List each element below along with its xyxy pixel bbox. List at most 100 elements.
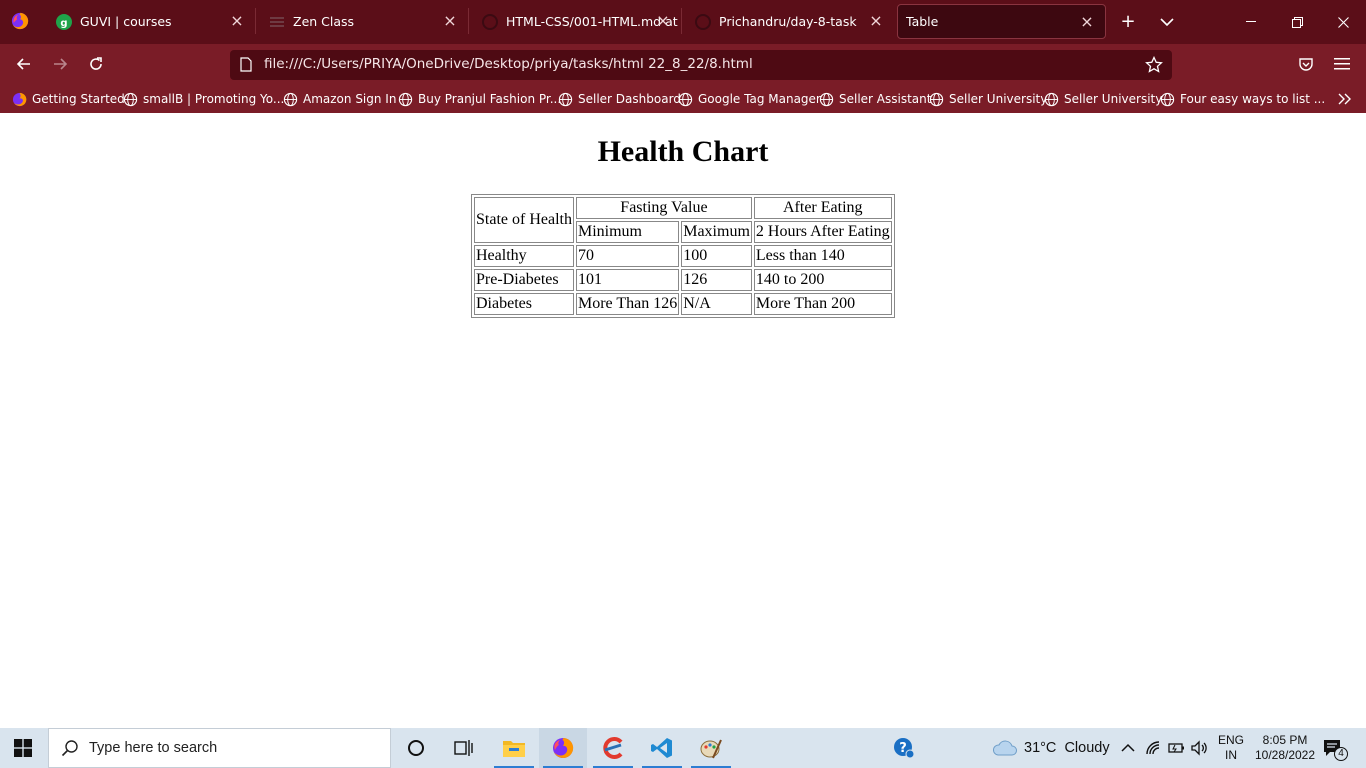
table-cell: 140 to 200 <box>753 269 892 291</box>
page-content: Health Chart State of Health Fasting Val… <box>0 113 1366 728</box>
table-cell: Healthy <box>474 245 574 267</box>
bookmark-smallb[interactable]: smallB | Promoting Yo... <box>123 90 284 108</box>
table-row: Diabetes More Than 126 N/A More Than 200 <box>474 293 892 315</box>
globe-icon <box>398 92 413 106</box>
tab-close-icon[interactable]: × <box>1079 14 1095 30</box>
bookmark-getting-started[interactable]: Getting Started <box>12 90 125 108</box>
firefox-menu-icon[interactable] <box>11 12 29 30</box>
bookmark-label: Four easy ways to list ... <box>1180 92 1326 106</box>
tab-guvi-courses[interactable]: g GUVI | courses × <box>42 4 255 39</box>
tab-html-css-md[interactable]: HTML-CSS/001-HTML.md at × <box>468 4 681 39</box>
tab-day-8-task[interactable]: Prichandru/day-8-task × <box>681 4 894 39</box>
bookmark-seller-university[interactable]: Seller University <box>929 90 1047 108</box>
bookmark-label: Seller Assistant <box>839 92 932 106</box>
bookmark-label: Seller University <box>1064 92 1163 106</box>
vscode-icon[interactable] <box>638 728 686 768</box>
clock[interactable]: 8:05 PM 10/28/2022 <box>1250 733 1320 763</box>
navigation-toolbar: file:///C:/Users/PRIYA/OneDrive/Desktop/… <box>0 44 1366 84</box>
bookmark-amazon-sign-in[interactable]: Amazon Sign In <box>283 90 396 108</box>
clock-time: 8:05 PM <box>1262 733 1308 747</box>
page-icon <box>240 57 252 72</box>
bookmark-seller-dashboard[interactable]: Seller Dashboard <box>558 90 681 108</box>
firefox-taskbar-icon[interactable] <box>539 728 587 768</box>
globe-icon <box>123 92 138 106</box>
bookmarks-toolbar: Getting Started smallB | Promoting Yo...… <box>0 84 1366 113</box>
ccleaner-icon[interactable] <box>589 728 637 768</box>
new-tab-icon[interactable]: + <box>1117 11 1139 33</box>
table-cell: More Than 200 <box>753 293 892 315</box>
close-window-icon[interactable] <box>1320 0 1366 44</box>
task-view-icon[interactable] <box>440 728 488 768</box>
file-explorer-icon[interactable] <box>490 728 538 768</box>
paint-icon[interactable] <box>687 728 735 768</box>
header-fasting-value: Fasting Value <box>575 197 752 219</box>
globe-icon <box>283 92 298 106</box>
search-icon <box>61 740 78 757</box>
tab-close-icon[interactable]: × <box>655 13 671 29</box>
svg-text:g: g <box>60 18 67 29</box>
help-icon[interactable]: ? <box>880 728 928 768</box>
health-chart-table: State of Health Fasting Value After Eati… <box>471 194 895 318</box>
table-row: Pre-Diabetes 101 126 140 to 200 <box>474 269 892 291</box>
windows-start-icon[interactable] <box>14 739 32 757</box>
tab-table[interactable]: Table × <box>897 4 1106 39</box>
bookmark-google-tag-manager[interactable]: Google Tag Manager <box>678 90 821 108</box>
header-state-of-health: State of Health <box>474 197 574 243</box>
header-after-eating: After Eating <box>753 197 892 219</box>
bookmark-label: Getting Started <box>32 92 125 106</box>
bookmark-label: Google Tag Manager <box>698 92 821 106</box>
page-title: Health Chart <box>597 135 769 168</box>
table-cell: Pre-Diabetes <box>474 269 574 291</box>
back-icon[interactable] <box>12 52 36 76</box>
restore-icon[interactable] <box>1274 0 1320 44</box>
tab-zen-class[interactable]: Zen Class × <box>255 4 468 39</box>
table-cell: 70 <box>575 245 680 267</box>
network-icon[interactable] <box>1145 728 1163 768</box>
table-cell: N/A <box>681 293 752 315</box>
table-cell: 126 <box>681 269 752 291</box>
minimize-icon[interactable] <box>1228 0 1274 44</box>
bookmark-label: smallB | Promoting Yo... <box>143 92 285 106</box>
list-tabs-icon[interactable] <box>1156 11 1178 33</box>
windows-taskbar: Type here to search ? 31°C Cloudy ENG IN… <box>0 728 1366 768</box>
tab-close-icon[interactable]: × <box>229 13 245 29</box>
address-bar[interactable]: file:///C:/Users/PRIYA/OneDrive/Desktop/… <box>230 50 1172 80</box>
tab-close-icon[interactable]: × <box>868 13 884 29</box>
globe-icon <box>1044 92 1059 106</box>
pocket-icon[interactable] <box>1294 52 1318 76</box>
globe-icon <box>1160 92 1175 106</box>
region-code: IN <box>1225 748 1237 762</box>
table-cell: 101 <box>575 269 680 291</box>
reload-icon[interactable] <box>84 52 108 76</box>
notification-count-badge: 4 <box>1334 747 1348 761</box>
weather-widget[interactable]: 31°C Cloudy <box>992 728 1110 768</box>
bookmark-label: Seller Dashboard <box>578 92 681 106</box>
tab-close-icon[interactable]: × <box>442 13 458 29</box>
notification-center-icon[interactable]: 4 <box>1322 738 1348 761</box>
table-row: Healthy 70 100 Less than 140 <box>474 245 892 267</box>
bookmark-label: Amazon Sign In <box>303 92 397 106</box>
app-menu-icon[interactable] <box>1330 52 1354 76</box>
language-indicator[interactable]: ENG IN <box>1218 733 1244 763</box>
url-text[interactable]: file:///C:/Users/PRIYA/OneDrive/Desktop/… <box>264 56 753 72</box>
more-bookmarks-chevron-icon[interactable] <box>1338 90 1352 108</box>
search-placeholder: Type here to search <box>89 740 218 756</box>
bookmark-four-easy-ways[interactable]: Four easy ways to list ... <box>1160 90 1325 108</box>
language-code: ENG <box>1218 733 1245 747</box>
volume-icon[interactable] <box>1191 728 1209 768</box>
forward-icon[interactable] <box>48 52 72 76</box>
bookmark-buy-pranjul-fashion[interactable]: Buy Pranjul Fashion Pr... <box>398 90 561 108</box>
table-cell: More Than 126 <box>575 293 680 315</box>
header-maximum: Maximum <box>681 221 752 243</box>
taskbar-search-box[interactable]: Type here to search <box>48 728 391 768</box>
header-2-hours-after: 2 Hours After Eating <box>753 221 892 243</box>
show-hidden-icons-chevron-icon[interactable] <box>1121 728 1135 768</box>
cortana-icon[interactable] <box>392 728 440 768</box>
bookmark-seller-assistant[interactable]: Seller Assistant <box>819 90 931 108</box>
bookmark-seller-university-2[interactable]: Seller University <box>1044 90 1162 108</box>
cloudy-weather-icon <box>992 740 1017 756</box>
bookmark-label: Buy Pranjul Fashion Pr... <box>418 92 562 106</box>
bookmark-star-icon[interactable] <box>1142 53 1166 77</box>
globe-icon <box>929 92 944 106</box>
battery-icon[interactable] <box>1168 728 1186 768</box>
